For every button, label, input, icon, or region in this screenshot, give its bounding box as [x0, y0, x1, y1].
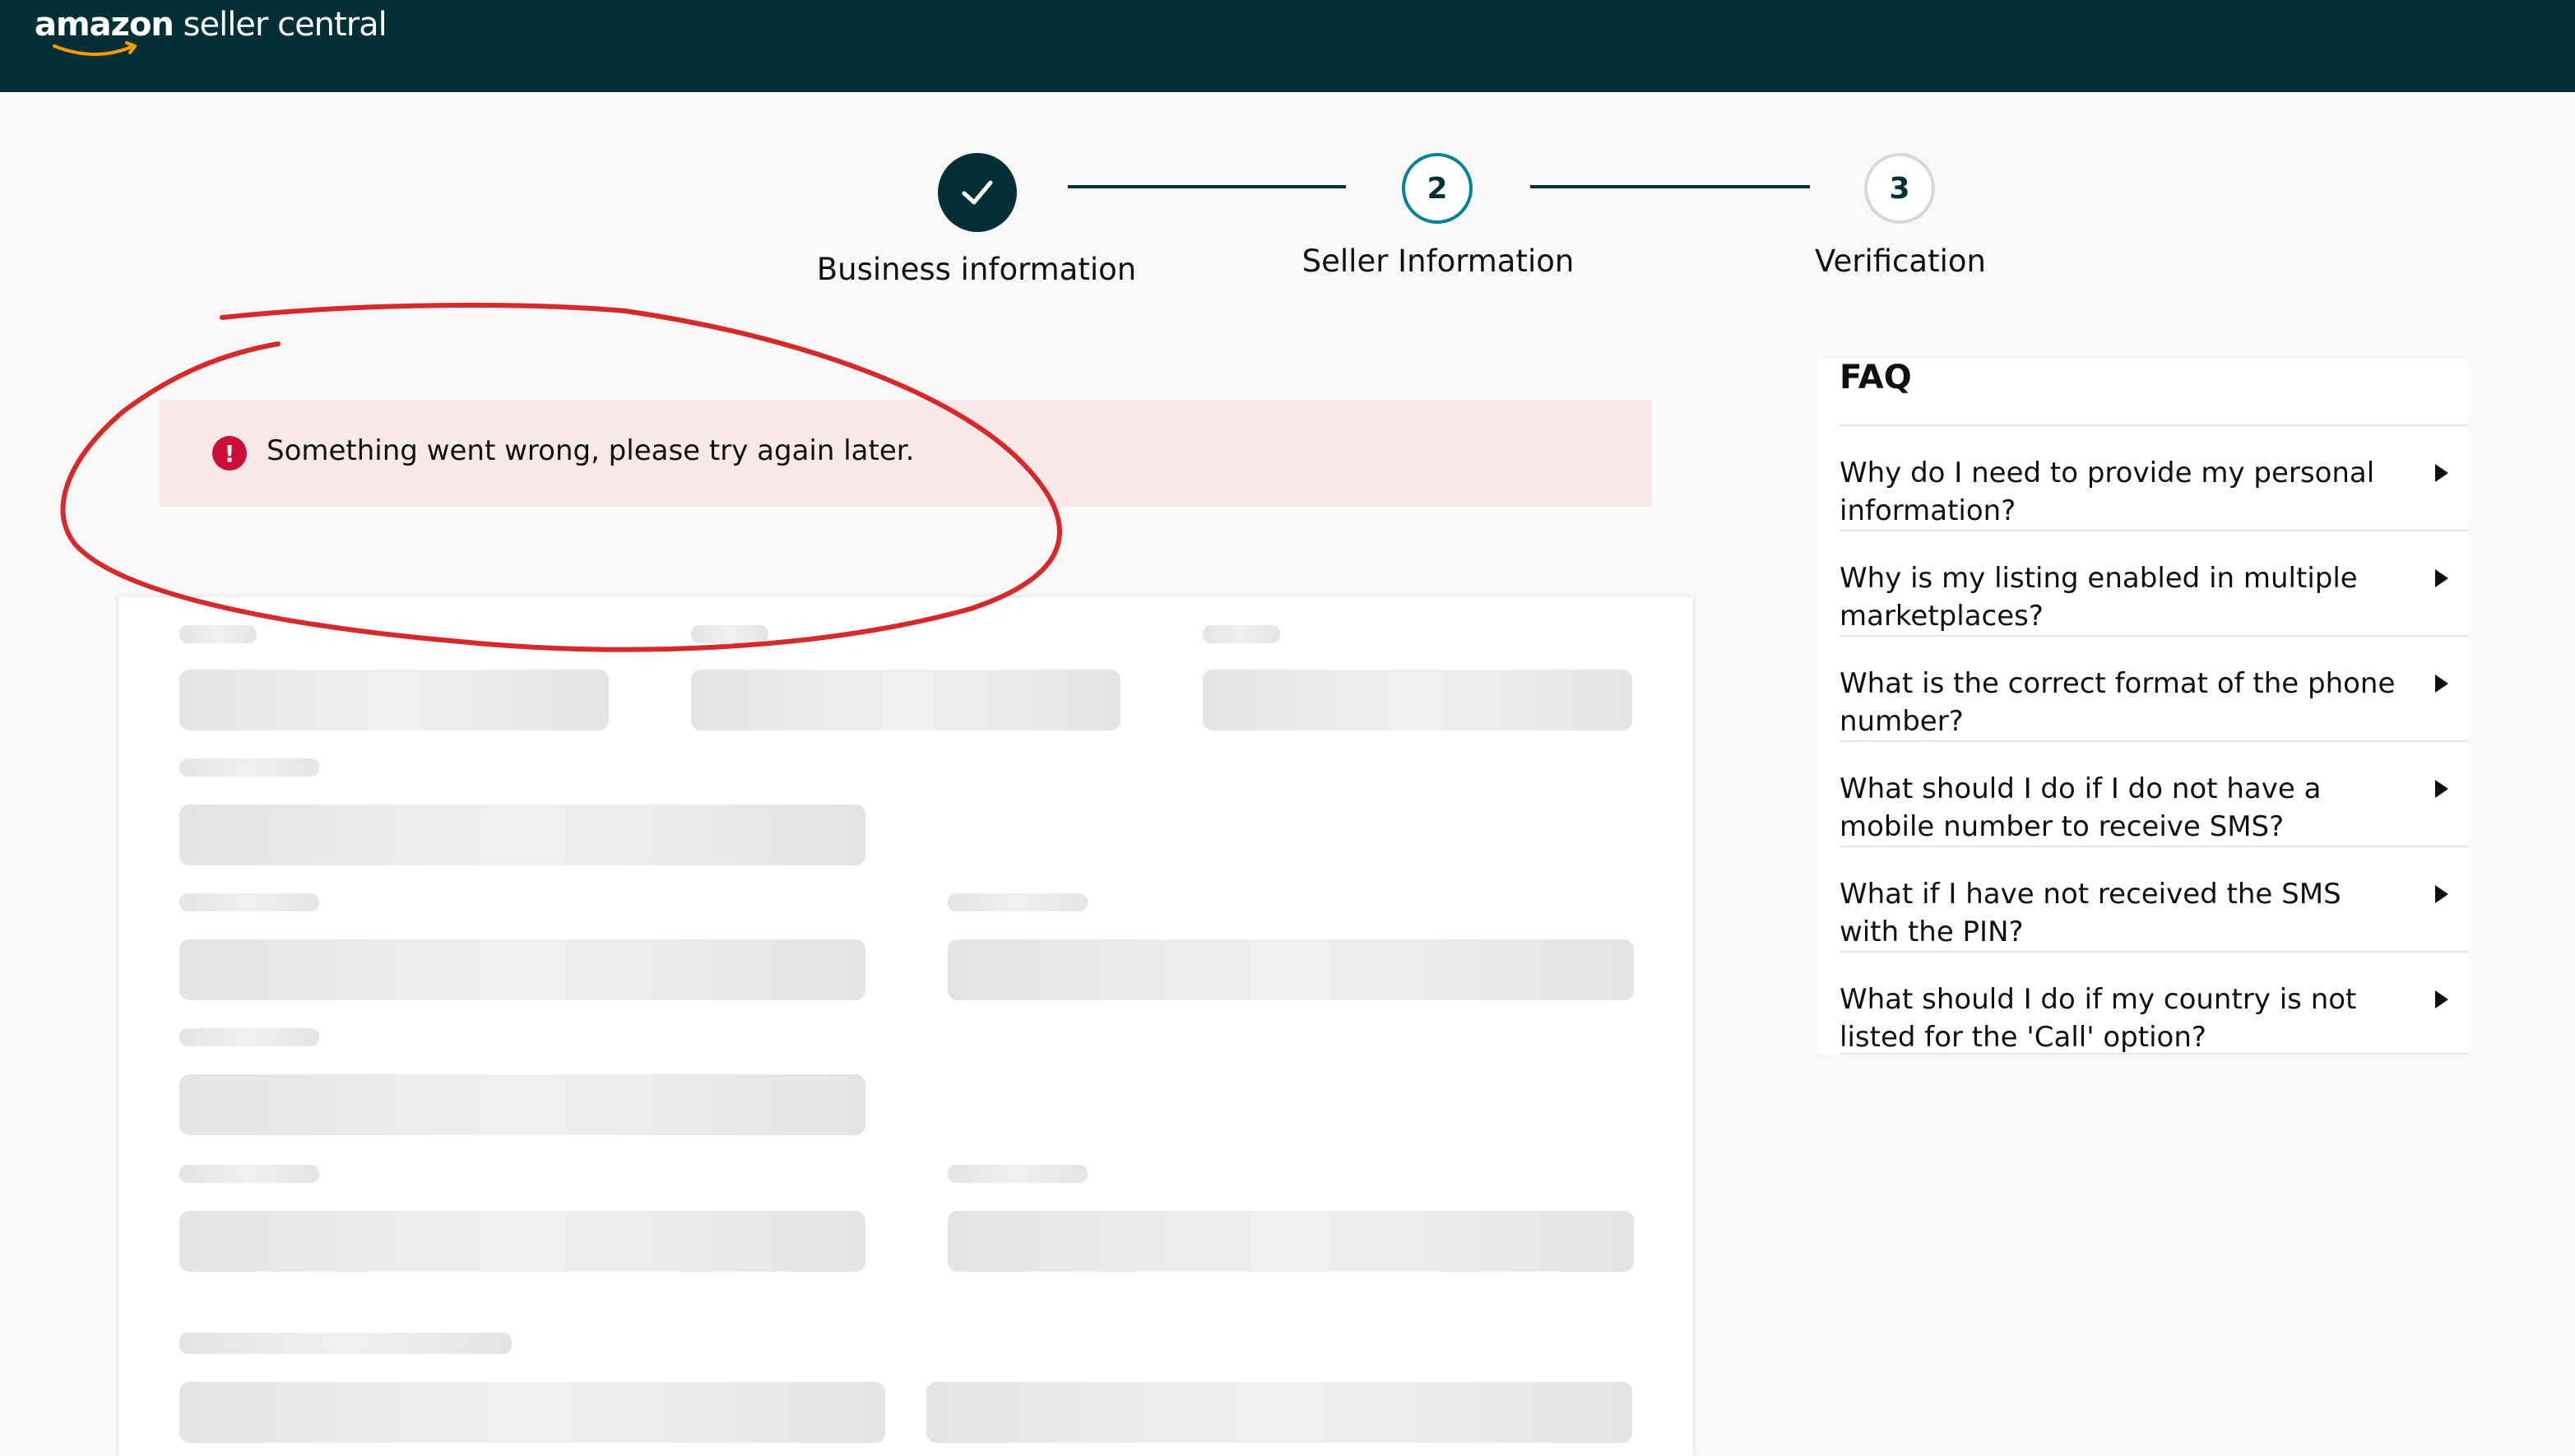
skeleton-input — [1203, 670, 1632, 730]
amazon-smile-icon — [53, 41, 137, 56]
expand-arrow-icon — [2435, 885, 2448, 903]
faq-title: FAQ — [1840, 359, 1912, 396]
expand-arrow-icon — [2435, 569, 2448, 587]
faq-question: What should I do if my country is not li… — [1840, 983, 2357, 1054]
faq-question: Why do I need to provide my personal inf… — [1840, 457, 2375, 527]
skeleton-label — [179, 1165, 319, 1183]
step-2-indicator: 2 — [1402, 153, 1473, 224]
seller-central-logo[interactable]: amazon seller central — [35, 6, 387, 56]
expand-arrow-icon — [2435, 675, 2448, 693]
skeleton-label — [179, 893, 319, 911]
faq-item[interactable]: What should I do if I do not have a mobi… — [1840, 742, 2448, 846]
skeleton-label — [179, 625, 257, 643]
skeleton-label — [179, 1333, 512, 1354]
expand-arrow-icon — [2435, 464, 2448, 482]
faq-item[interactable]: What if I have not received the SMS with… — [1840, 847, 2448, 951]
faq-question: What is the correct format of the phone … — [1840, 667, 2396, 738]
skeleton-label — [948, 1165, 1088, 1183]
expand-arrow-icon — [2435, 780, 2448, 798]
step-connector-2 — [1530, 185, 1810, 188]
skeleton-input — [179, 939, 865, 1000]
error-alert-banner: ! Something went wrong, please try again… — [160, 400, 1652, 507]
skeleton-label — [691, 625, 768, 643]
faq-item[interactable]: Why is my listing enabled in multiple ma… — [1840, 531, 2448, 635]
skeleton-input — [948, 1211, 1634, 1272]
step-1-complete-indicator — [938, 153, 1017, 232]
step-2-label: Seller Information — [1301, 243, 1575, 279]
logo-amazon-text: amazon — [35, 6, 174, 44]
step-3-indicator: 3 — [1864, 153, 1935, 224]
expand-arrow-icon — [2435, 990, 2448, 1009]
skeleton-label — [1203, 625, 1280, 643]
error-exclamation-icon: ! — [212, 436, 247, 471]
faq-item[interactable]: Why do I need to provide my personal inf… — [1840, 426, 2448, 530]
logo-seller-central-text: seller central — [183, 6, 387, 44]
faq-question: What if I have not received the SMS with… — [1840, 878, 2341, 948]
faq-question: Why is my listing enabled in multiple ma… — [1840, 562, 2358, 633]
seller-info-form-loading-card — [118, 597, 1693, 1456]
step-1-label: Business information — [816, 252, 1137, 287]
step-connector-1 — [1068, 185, 1346, 188]
faq-question: What should I do if I do not have a mobi… — [1840, 772, 2322, 843]
faq-item[interactable]: What is the correct format of the phone … — [1840, 637, 2448, 740]
skeleton-input — [179, 1382, 885, 1443]
error-message: Something went wrong, please try again l… — [267, 434, 915, 467]
top-header-bar: amazon seller central — [0, 0, 2575, 92]
skeleton-input — [179, 1211, 865, 1272]
skeleton-input — [179, 805, 865, 865]
skeleton-label — [948, 893, 1088, 911]
skeleton-input — [179, 1074, 865, 1135]
faq-panel: FAQ Why do I need to provide my personal… — [1818, 359, 2468, 1055]
faq-item[interactable]: What should I do if my country is not li… — [1840, 953, 2448, 1056]
checkmark-icon — [962, 180, 993, 205]
skeleton-input — [926, 1382, 1632, 1443]
step-3-label: Verification — [1815, 243, 1986, 279]
skeleton-label — [179, 1028, 319, 1046]
skeleton-input — [179, 670, 609, 730]
skeleton-input — [948, 939, 1634, 1000]
skeleton-label — [179, 758, 319, 777]
skeleton-input — [691, 670, 1120, 730]
faq-divider — [1840, 1053, 2468, 1055]
